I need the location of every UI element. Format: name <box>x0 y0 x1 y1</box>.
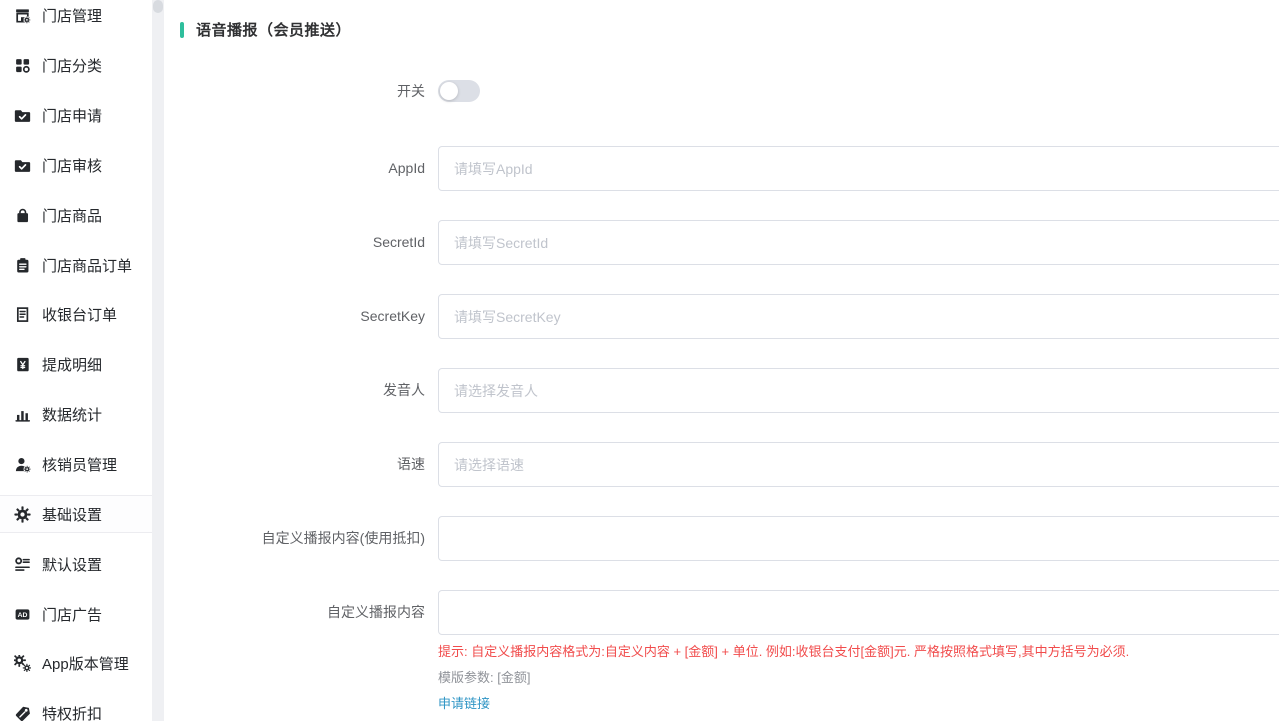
sidebar-scrollbar-thumb[interactable] <box>153 0 163 13</box>
ad-badge-icon: AD <box>14 606 31 623</box>
sidebar-item-commission-details[interactable]: 提成明细 <box>0 340 152 390</box>
sidebar-item-label: 收银台订单 <box>42 304 117 325</box>
apply-link[interactable]: 申请链接 <box>438 695 490 713</box>
sidebar-item-store-ads[interactable]: AD 门店广告 <box>0 589 152 639</box>
form-row-appid: AppId <box>164 146 1279 191</box>
form-row-switch: 开关 <box>164 80 1279 107</box>
form-row-speed: 语速 <box>164 442 1279 487</box>
custom-label: 自定义播报内容 <box>164 590 438 635</box>
custom-input[interactable] <box>438 590 1279 635</box>
page-title: 语音播报（会员推送） <box>196 19 351 40</box>
sidebar-item-data-statistics[interactable]: 数据统计 <box>0 390 152 440</box>
admin-app: 门店管理 门店分类 门店申请 <box>0 0 1279 721</box>
folder-check-icon <box>14 107 31 124</box>
sidebar-scrollbar-track[interactable] <box>152 0 164 721</box>
broadcast-switch-toggle[interactable] <box>438 80 480 102</box>
folder-check-icon <box>14 157 31 174</box>
svg-text:AD: AD <box>18 611 28 618</box>
voice-label: 发音人 <box>164 368 438 413</box>
list-settings-icon <box>14 556 31 573</box>
custom-deduct-input[interactable] <box>438 516 1279 561</box>
user-gear-icon <box>14 456 31 473</box>
sidebar-item-basic-settings[interactable]: 基础设置 <box>0 495 152 533</box>
main-content: 语音播报（会员推送） 开关 AppId Secr <box>164 0 1279 721</box>
sidebar-item-privilege-discount[interactable]: 特权折扣 <box>0 689 152 721</box>
sidebar-item-default-settings[interactable]: 默认设置 <box>0 539 152 589</box>
switch-knob <box>440 82 458 100</box>
receipt-icon <box>14 306 31 323</box>
voice-select[interactable] <box>438 368 1279 413</box>
shopping-bag-icon <box>14 207 31 224</box>
switch-label: 开关 <box>164 80 438 102</box>
sidebar-item-app-version-management[interactable]: App版本管理 <box>0 639 152 689</box>
gear-icon <box>14 506 31 523</box>
sidebar-item-label: 门店管理 <box>42 5 102 26</box>
sidebar-item-store-management[interactable]: 门店管理 <box>0 0 152 41</box>
voice-broadcast-form: 开关 AppId SecretId <box>164 80 1279 713</box>
sidebar-item-verifier-management[interactable]: 核销员管理 <box>0 440 152 490</box>
sidebar-item-store-review[interactable]: 门店审核 <box>0 141 152 191</box>
template-param-text: 模版参数: [金额] <box>438 669 1279 687</box>
clipboard-icon <box>14 257 31 274</box>
sidebar-item-label: 门店商品 <box>42 205 102 226</box>
form-row-voice: 发音人 <box>164 368 1279 413</box>
form-row-secretid: SecretId <box>164 220 1279 265</box>
secretid-input[interactable] <box>438 220 1279 265</box>
speed-label: 语速 <box>164 442 438 487</box>
category-grid-icon <box>14 57 31 74</box>
sidebar-item-label: 门店申请 <box>42 105 102 126</box>
storefront-icon <box>14 7 31 24</box>
bar-chart-icon <box>14 406 31 423</box>
secretkey-label: SecretKey <box>164 294 438 339</box>
sidebar-item-label: 门店广告 <box>42 604 102 625</box>
sidebar-item-store-category[interactable]: 门店分类 <box>0 41 152 91</box>
gears-icon <box>14 655 31 672</box>
appid-label: AppId <box>164 146 438 191</box>
sidebar-item-store-goods[interactable]: 门店商品 <box>0 190 152 240</box>
sidebar-item-label: App版本管理 <box>42 653 129 674</box>
sidebar-item-label: 特权折扣 <box>42 703 102 721</box>
sidebar-item-label: 门店商品订单 <box>42 255 132 276</box>
section-title: 语音播报（会员推送） <box>180 21 1279 38</box>
sidebar-item-label: 数据统计 <box>42 404 102 425</box>
sidebar-item-label: 核销员管理 <box>42 454 117 475</box>
appid-input[interactable] <box>438 146 1279 191</box>
custom-deduct-label: 自定义播报内容(使用抵扣) <box>164 516 438 561</box>
sidebar-item-label: 门店分类 <box>42 55 102 76</box>
discount-tag-icon <box>14 705 31 721</box>
sidebar-item-label: 默认设置 <box>42 554 102 575</box>
sidebar-menu: 门店管理 门店分类 门店申请 <box>0 0 152 721</box>
sidebar-item-label: 门店审核 <box>42 155 102 176</box>
sidebar-item-store-goods-orders[interactable]: 门店商品订单 <box>0 240 152 290</box>
sidebar-item-label: 基础设置 <box>42 504 102 525</box>
sidebar: 门店管理 门店分类 门店申请 <box>0 0 152 721</box>
form-row-custom-deduct: 自定义播报内容(使用抵扣) <box>164 516 1279 561</box>
title-accent-bar <box>180 22 184 38</box>
form-row-custom: 自定义播报内容 提示: 自定义播报内容格式为:自定义内容 + [金额] + 单位… <box>164 590 1279 713</box>
secretid-label: SecretId <box>164 220 438 265</box>
format-hint-text: 提示: 自定义播报内容格式为:自定义内容 + [金额] + 单位. 例如:收银台… <box>438 643 1279 661</box>
ledger-yen-icon <box>14 356 31 373</box>
secretkey-input[interactable] <box>438 294 1279 339</box>
sidebar-item-label: 提成明细 <box>42 354 102 375</box>
sidebar-item-cashier-orders[interactable]: 收银台订单 <box>0 290 152 340</box>
sidebar-item-store-application[interactable]: 门店申请 <box>0 91 152 141</box>
form-row-secretkey: SecretKey <box>164 294 1279 339</box>
speed-select[interactable] <box>438 442 1279 487</box>
